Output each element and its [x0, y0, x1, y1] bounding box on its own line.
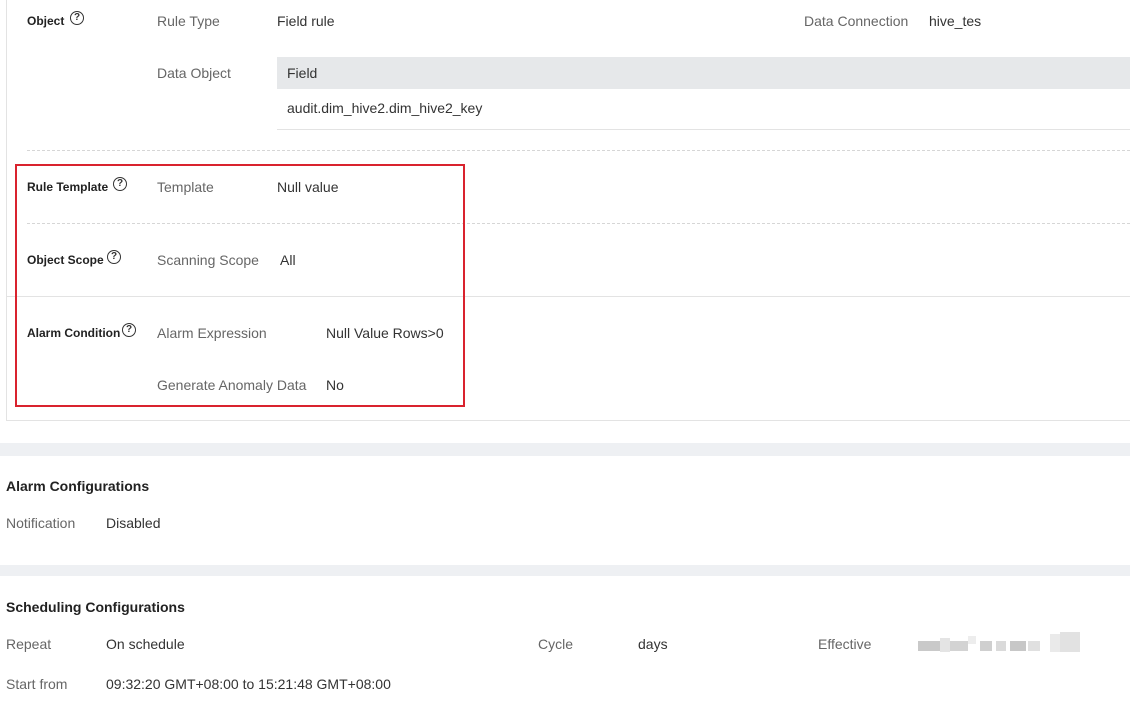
notification-value: Disabled — [106, 515, 161, 531]
data-connection-label: Data Connection — [804, 13, 909, 29]
highlight-box — [15, 164, 465, 407]
repeat-value: On schedule — [106, 636, 185, 652]
section-separator — [0, 443, 1130, 456]
table-header: Field — [277, 57, 1130, 89]
start-from-value: 09:32:20 GMT+08:00 to 15:21:48 GMT+08:00 — [106, 676, 391, 692]
data-connection-value: hive_tes — [929, 13, 982, 29]
effective-label: Effective — [818, 636, 872, 652]
data-object-label: Data Object — [157, 65, 231, 81]
scheduling-configurations-title: Scheduling Configurations — [6, 599, 185, 615]
cycle-label: Cycle — [538, 636, 574, 652]
object-section-label: Object — [27, 14, 65, 28]
start-from-label: Start from — [6, 676, 68, 692]
cycle-value: days — [638, 636, 668, 652]
table-row: audit.dim_hive2.dim_hive2_key — [277, 89, 1130, 130]
effective-value-redacted — [918, 632, 1080, 654]
data-object-table: Field audit.dim_hive2.dim_hive2_key — [277, 57, 1130, 130]
rule-type-value: Field rule — [277, 13, 335, 29]
table-header-field: Field — [287, 65, 318, 81]
rule-type-label: Rule Type — [157, 13, 220, 29]
alarm-configurations-title: Alarm Configurations — [6, 478, 150, 494]
divider — [27, 150, 1130, 151]
notification-label: Notification — [6, 515, 76, 531]
section-separator — [0, 565, 1130, 576]
table-cell-field: audit.dim_hive2.dim_hive2_key — [287, 100, 483, 116]
object-help-icon[interactable]: ? — [70, 11, 84, 25]
repeat-label: Repeat — [6, 636, 52, 652]
